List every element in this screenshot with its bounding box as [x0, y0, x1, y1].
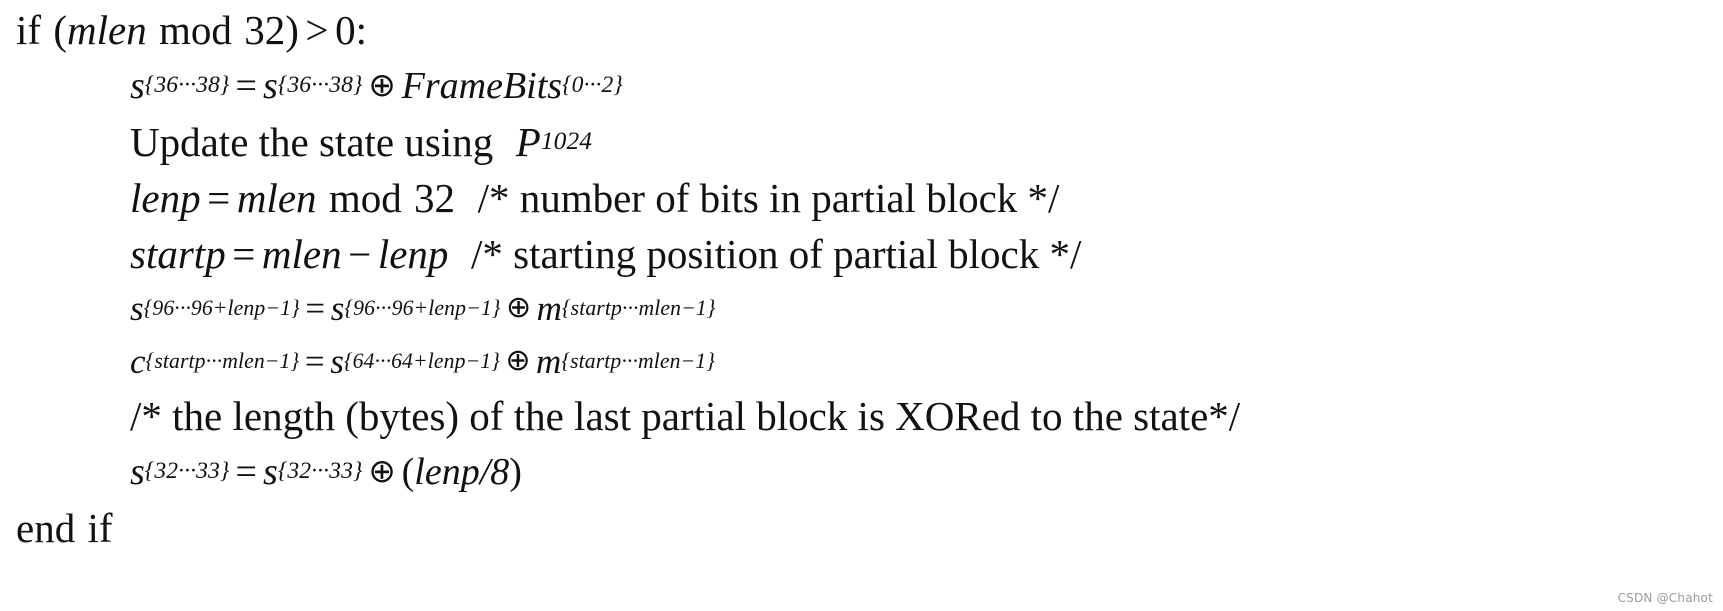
- var-s-rhs: s: [263, 451, 278, 493]
- pseudocode-page: if(mlen mod 32) >0: s {36···38} = s {36···38} ⊕ F…: [0, 0, 1723, 611]
- watermark-csdn: CSDN @Chahot: [1617, 591, 1713, 605]
- algorithm-code-block: if(mlen mod 32) >0: s {36···38} = s {36···38} ⊕ F…: [16, 2, 1706, 556]
- var-lenp: lenp: [130, 174, 201, 221]
- close-paren: ): [285, 6, 299, 53]
- subscript-m: {startp···mlen−1}: [561, 295, 716, 320]
- line-ciphertext-assign: c {startp···mlen−1} = s {64···64+lenp−1} ⊕ m {s…: [16, 335, 1706, 388]
- var-framebits: FrameBits: [401, 65, 563, 107]
- var-s-rhs: s: [263, 65, 278, 107]
- operator-mod: mod: [159, 6, 232, 53]
- var-mlen: mlen: [236, 174, 317, 221]
- line-startp-assign: startp = mlen − lenp /* starting position of …: [16, 226, 1706, 282]
- operator-divide-8: /8: [479, 451, 510, 493]
- open-paren: (: [53, 6, 67, 53]
- line-comment-length-xored: /* the length (bytes) of the last partia…: [16, 388, 1706, 444]
- line-framebits-xor: s {36···38} = s {36···38} ⊕ FrameBits {0···2}: [16, 58, 1706, 114]
- subscript-rhs: {36···38}: [277, 72, 363, 99]
- line-end-if: end if: [16, 500, 1706, 556]
- var-permutation-p: P: [515, 118, 541, 165]
- xor-icon: ⊕: [368, 452, 396, 491]
- var-lenp: lenp: [377, 230, 449, 277]
- operator-minus: −: [348, 230, 372, 277]
- line-update-state: Update the state using P 1024: [16, 114, 1706, 170]
- line-if-condition: if(mlen mod 32) >0:: [16, 2, 1706, 58]
- subscript-lhs: {32···33}: [144, 458, 230, 485]
- var-c-lhs: c: [130, 342, 146, 381]
- operator-equals: =: [235, 451, 257, 493]
- subscript-m: {startp···mlen−1}: [561, 348, 716, 373]
- var-mlen: mlen: [67, 6, 147, 53]
- var-m: m: [536, 342, 562, 381]
- subscript-rhs: {64···64+lenp−1}: [343, 348, 501, 373]
- operator-equals: =: [304, 342, 325, 381]
- operator-greater-than: >: [305, 6, 329, 53]
- comment-partial-block-bits: /* number of bits in partial block */: [477, 174, 1060, 221]
- var-s-lhs: s: [130, 289, 144, 328]
- comment-starting-position: /* starting position of partial block */: [470, 230, 1082, 277]
- subscript-lhs: {startp···mlen−1}: [145, 348, 300, 373]
- subscript-rhs: {32···33}: [277, 458, 363, 485]
- var-s-lhs: s: [130, 65, 145, 107]
- operator-equals: =: [232, 230, 256, 277]
- line-lenp-assign: lenp = mlen mod 32 /* number of bits in parti…: [16, 170, 1706, 226]
- number-0: 0: [335, 6, 356, 53]
- operator-mod: mod: [328, 174, 402, 221]
- xor-icon: ⊕: [505, 289, 532, 325]
- keyword-if: if: [16, 6, 42, 53]
- subscript-framebits: {0···2}: [562, 72, 623, 99]
- close-paren: ): [509, 451, 522, 493]
- var-s-rhs: s: [330, 342, 344, 381]
- xor-icon: ⊕: [368, 66, 396, 105]
- subscript-rhs: {96···96+lenp−1}: [344, 295, 501, 320]
- number-32: 32: [244, 6, 286, 53]
- var-s-lhs: s: [130, 451, 145, 493]
- var-lenp: lenp: [414, 451, 480, 493]
- var-startp: startp: [130, 230, 226, 277]
- subscript-permutation-size: 1024: [540, 127, 593, 156]
- operator-equals: =: [305, 289, 326, 328]
- xor-icon: ⊕: [505, 342, 531, 378]
- line-state-xor-message: s {96···96+lenp−1} = s {96···96+lenp−1} ⊕ m {st…: [16, 282, 1706, 335]
- colon: :: [355, 6, 367, 53]
- var-mlen: mlen: [261, 230, 342, 277]
- open-paren: (: [401, 451, 415, 493]
- subscript-lhs: {96···96+lenp−1}: [143, 295, 300, 320]
- var-s-rhs: s: [330, 289, 345, 328]
- comment-length-xored-to-state: /* the length (bytes) of the last partia…: [130, 392, 1241, 439]
- line-length-xor-state: s {32···33} = s {32···33} ⊕(lenp/8): [16, 444, 1706, 500]
- subscript-lhs: {36···38}: [144, 72, 230, 99]
- operator-equals: =: [235, 65, 257, 107]
- number-32: 32: [414, 174, 456, 221]
- text-update-state: Update the state using: [130, 118, 494, 165]
- keyword-if: if: [87, 504, 113, 551]
- var-m: m: [536, 289, 562, 328]
- operator-equals: =: [207, 174, 231, 221]
- keyword-end: end: [16, 504, 76, 551]
